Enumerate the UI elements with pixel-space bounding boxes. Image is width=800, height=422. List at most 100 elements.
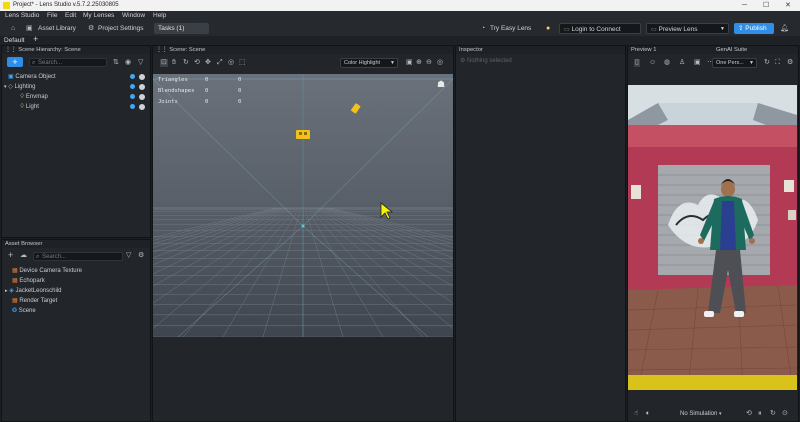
- genai-suite-tab[interactable]: GenAI Suite: [716, 46, 747, 54]
- asset-library-icon[interactable]: ▣: [26, 25, 33, 33]
- asset-library-button[interactable]: Asset Library: [38, 21, 76, 36]
- grid-canvas: [153, 74, 453, 337]
- menu-lens-studio[interactable]: Lens Studio: [5, 11, 39, 21]
- home-icon[interactable]: ⌂: [11, 25, 15, 33]
- hierarchy-item-camera-object[interactable]: ▣ Camera Object: [8, 72, 56, 82]
- move-tool-icon[interactable]: ✥: [205, 59, 211, 67]
- world-icon[interactable]: ◍: [664, 59, 670, 67]
- settings-icon[interactable]: ⚙: [138, 252, 144, 260]
- stat-joints-value-2: 0: [238, 99, 242, 105]
- camera-icon: ▣: [8, 74, 14, 80]
- try-easy-lens-button[interactable]: Try Easy Lens: [490, 21, 531, 36]
- asset-item-scene[interactable]: ❂ Scene: [12, 306, 36, 316]
- add-object-button[interactable]: +: [7, 57, 23, 67]
- group-icon: ◇: [8, 84, 13, 90]
- add-asset-icon[interactable]: +: [8, 251, 13, 260]
- mouse-cursor-icon: [380, 202, 394, 220]
- pause-icon[interactable]: ⏸︎: [758, 410, 762, 418]
- person-icon[interactable]: ♙: [679, 59, 685, 67]
- easy-lens-icon: ◔: [481, 25, 486, 32]
- menu-my-lenses[interactable]: My Lenses: [83, 11, 114, 21]
- scene-tools: ⊡ ✋︎ ↻ ⟲ ✥ ⤢ ◎ ⬚: [157, 57, 257, 69]
- menu-edit[interactable]: Edit: [65, 11, 76, 21]
- enabled-checkbox[interactable]: [139, 74, 145, 80]
- login-button[interactable]: ▭ Login to Connect: [559, 23, 641, 34]
- orbit-tool-icon[interactable]: ⟲: [194, 59, 200, 67]
- publish-button[interactable]: ⇪ Publish: [734, 23, 774, 34]
- hierarchy-item-label: Light: [25, 104, 39, 110]
- texture-icon: ▦: [12, 278, 18, 284]
- app-logo-icon: [3, 2, 10, 9]
- enabled-checkbox[interactable]: [139, 94, 145, 100]
- view-orientation-icon[interactable]: ☗: [437, 79, 445, 90]
- enabled-checkbox[interactable]: [139, 84, 145, 90]
- select-tool-icon[interactable]: ⊡: [160, 59, 168, 67]
- preview-lens-select[interactable]: ▭ Preview Lens ▼: [646, 23, 729, 34]
- asset-item-echopark[interactable]: ▦ Echopark: [12, 276, 45, 286]
- hierarchy-search-input[interactable]: ⌕ Search...: [29, 58, 107, 67]
- asset-search-input[interactable]: ⌕ Search...: [33, 252, 123, 261]
- fullscreen-icon[interactable]: ⛶: [775, 59, 780, 67]
- hierarchy-item-envmap[interactable]: 💡︎ Envmap: [20, 92, 48, 102]
- media-icon[interactable]: ▣: [694, 59, 701, 67]
- pan-tool-icon[interactable]: ✋︎: [172, 59, 176, 67]
- asset-item-device-camera-texture[interactable]: ▦ Device Camera Texture: [12, 266, 82, 276]
- filter-icon[interactable]: ▽: [126, 252, 131, 260]
- tasks-button[interactable]: Tasks (1): [154, 23, 209, 34]
- scene-icon: ❂: [12, 308, 18, 314]
- asset-item-label: JacketLeonschild: [15, 288, 62, 294]
- enabled-checkbox[interactable]: [139, 104, 145, 110]
- layer-dot-icon: [130, 94, 135, 99]
- project-settings-button[interactable]: Project Settings: [98, 21, 144, 36]
- scale-tool-icon[interactable]: ⤢: [217, 59, 223, 67]
- stat-blendshapes-label: Blendshapes: [158, 88, 195, 94]
- asset-item-jacketleonschild[interactable]: ▸ ◈ JacketLeonschild: [5, 286, 62, 296]
- chevron-down-icon: ▼: [720, 26, 725, 32]
- scene-viewport[interactable]: Triangles 0 0 Blendshapes 0 0 Joints 0 0…: [153, 74, 453, 337]
- close-icon[interactable]: ✕: [785, 0, 791, 11]
- camera-view-icon[interactable]: ▣: [406, 59, 413, 67]
- menu-file[interactable]: File: [47, 11, 57, 21]
- view-settings-icon[interactable]: ◎: [437, 59, 443, 67]
- filter-icon[interactable]: ▽: [138, 59, 143, 67]
- tab-default[interactable]: Default: [4, 36, 25, 45]
- face-icon[interactable]: ☺: [649, 59, 656, 67]
- capture-icon[interactable]: ⊙: [782, 410, 788, 418]
- restart-icon[interactable]: ↻: [770, 410, 776, 418]
- camera-select[interactable]: One Pers... ▼: [712, 58, 757, 68]
- chevron-right-icon: ▸: [5, 288, 8, 294]
- reset-icon[interactable]: ⟲: [746, 410, 752, 418]
- preview-lens-label: Preview Lens: [658, 26, 698, 33]
- asset-item-render-target[interactable]: ▦ Render Target: [12, 296, 57, 306]
- preview-toolbar: ▯ ☺ ◍ ♙ ▣ ⋯ One Pers... ▼ ↻ ⛶ ⚙: [631, 57, 797, 69]
- add-tab-icon[interactable]: +: [33, 35, 38, 44]
- hierarchy-item-lighting[interactable]: ▾ ◇ Lighting: [4, 82, 36, 92]
- preview-title[interactable]: Preview 1: [631, 47, 656, 53]
- device-frame-icon[interactable]: ▯: [634, 59, 640, 67]
- settings-icon[interactable]: ⚙: [787, 59, 793, 67]
- user-avatar-icon[interactable]: ●: [546, 25, 550, 33]
- hierarchy-item-light[interactable]: 💡︎ Light: [20, 102, 39, 112]
- zoom-out-icon[interactable]: ⊖: [426, 59, 432, 67]
- sort-icon[interactable]: ⇅: [113, 59, 119, 67]
- rect-tool-icon[interactable]: ⬚: [239, 59, 246, 67]
- menu-window[interactable]: Window: [122, 11, 145, 21]
- speaker-icon[interactable]: 🔈︎: [646, 410, 650, 418]
- menu-help[interactable]: Help: [153, 11, 166, 21]
- light-gizmo-icon[interactable]: [296, 130, 310, 139]
- preview-render[interactable]: [628, 85, 797, 390]
- simulation-select[interactable]: No Simulation ▾: [680, 408, 722, 420]
- notification-bell-icon[interactable]: 🔔︎: [780, 25, 789, 33]
- refresh-icon[interactable]: ↻: [764, 59, 770, 67]
- rotate-tool-icon[interactable]: ↻: [183, 59, 189, 67]
- zoom-in-icon[interactable]: ⊕: [416, 59, 422, 67]
- cloud-icon[interactable]: ☁: [20, 252, 27, 260]
- minimize-icon[interactable]: ─: [742, 0, 747, 11]
- visibility-icon[interactable]: ◉: [125, 59, 131, 67]
- asset-search-placeholder: Search...: [42, 254, 67, 260]
- maximize-icon[interactable]: ☐: [763, 0, 769, 11]
- touch-icon[interactable]: ☝︎: [634, 410, 638, 418]
- color-highlight-select[interactable]: Color Highlight ▼: [340, 58, 398, 68]
- settings-icon[interactable]: ⚙: [88, 25, 94, 33]
- pivot-tool-icon[interactable]: ◎: [228, 59, 234, 67]
